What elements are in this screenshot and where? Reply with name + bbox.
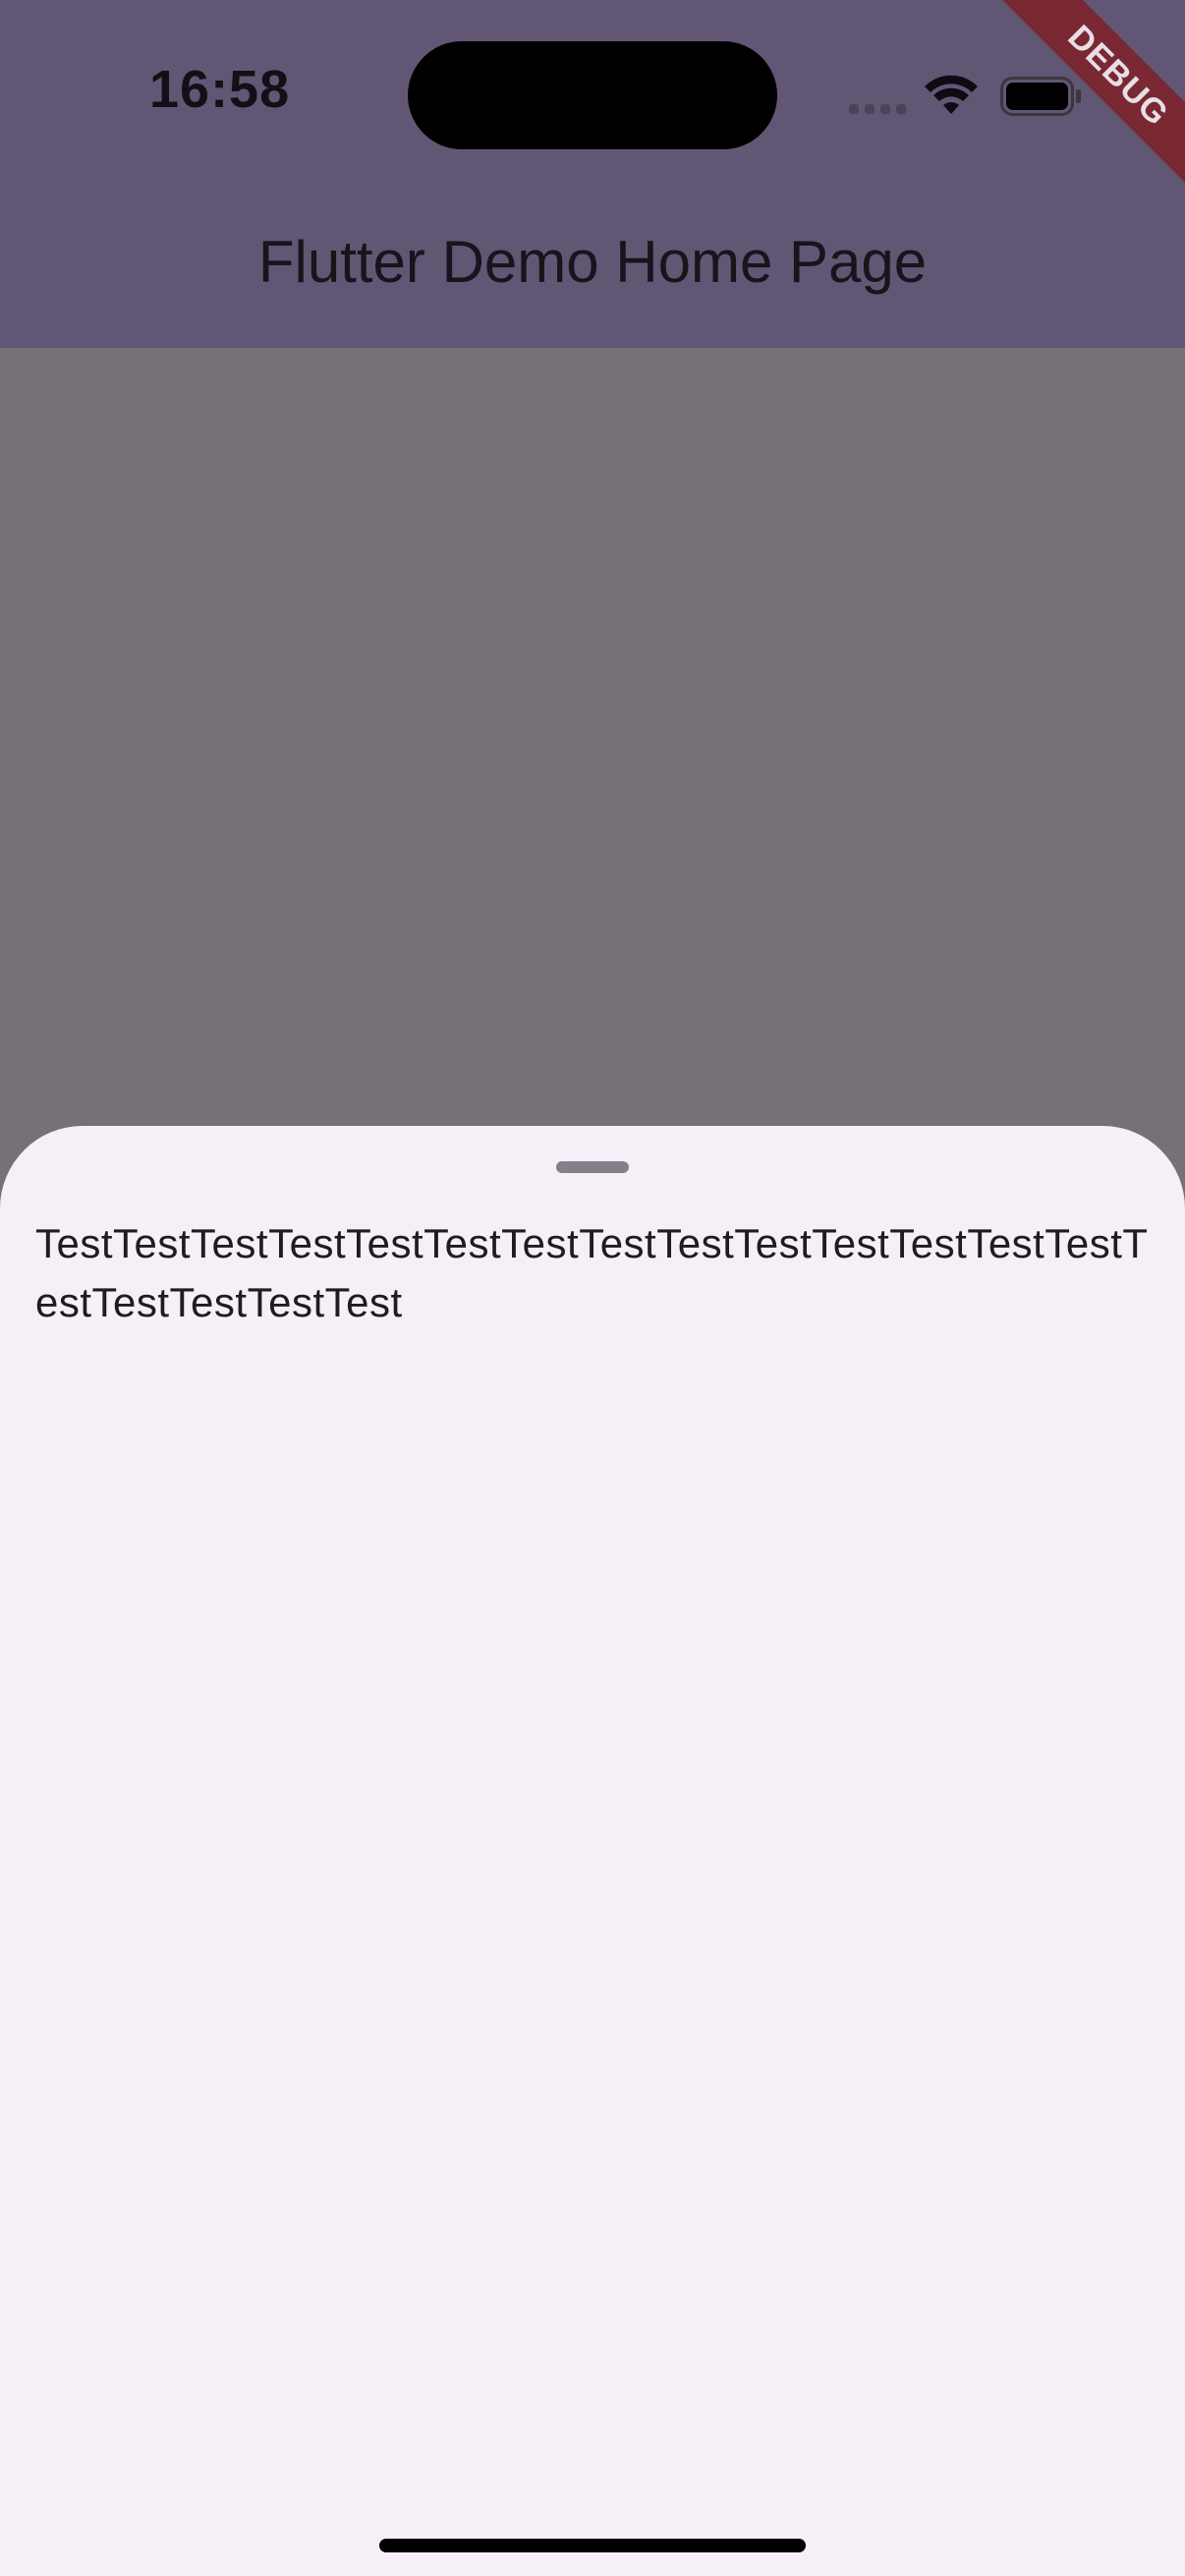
- page-title: Flutter Demo Home Page: [257, 229, 928, 295]
- app-bar: 16:58 Flutter Demo Home Page DEBUG: [0, 0, 1185, 348]
- drag-handle[interactable]: [556, 1161, 629, 1173]
- home-indicator[interactable]: [379, 2539, 806, 2552]
- screen: 16:58 Flutter Demo Home Page DEBUG TestT…: [0, 0, 1185, 2576]
- cellular-signal-icon: [849, 104, 908, 116]
- status-time: 16:58: [149, 60, 291, 119]
- bottom-sheet-text: TestTestTestTestTestTestTestTestTestTest…: [35, 1220, 1149, 1325]
- dynamic-island: [408, 41, 777, 149]
- debug-banner-label: DEBUG: [988, 0, 1185, 196]
- wifi-icon: [925, 75, 978, 114]
- bottom-sheet[interactable]: TestTestTestTestTestTestTestTestTestTest…: [0, 1126, 1185, 2576]
- debug-banner: DEBUG: [988, 0, 1185, 196]
